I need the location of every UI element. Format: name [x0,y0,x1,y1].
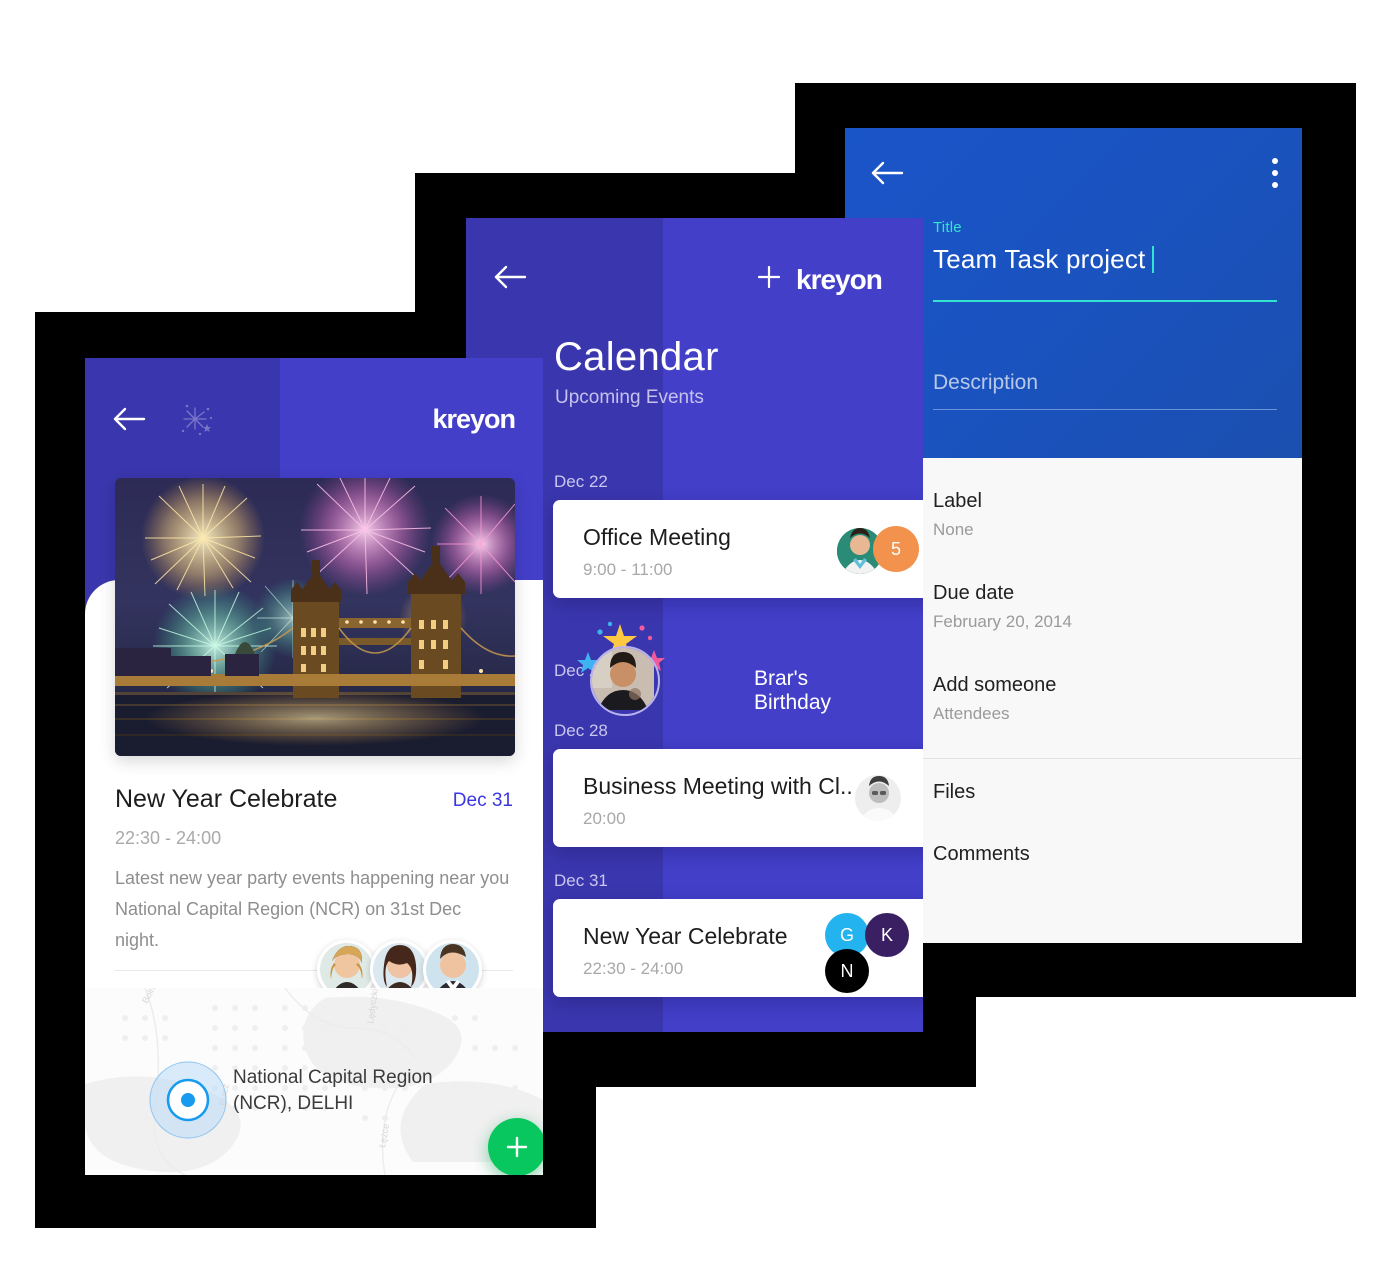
back-icon[interactable] [494,264,528,290]
field-key: Label [933,490,982,512]
section-comments[interactable]: Comments [933,843,1030,866]
page-subtitle: Upcoming Events [555,387,704,408]
field-value: Attendees [933,704,1010,723]
title-input-underline [933,300,1277,302]
event-hero-image [115,478,515,756]
initial-badge-n: N [825,949,869,993]
add-event-icon[interactable] [758,266,780,288]
event-card-office-meeting[interactable]: Office Meeting 9:00 - 11:00 5 [553,500,923,598]
field-key: Add someone [933,674,1057,696]
event-date[interactable]: Dec 31 [453,790,513,812]
event-card-new-year[interactable]: New Year Celebrate 22:30 - 24:00 G K N [553,899,923,997]
location-pin-icon [148,1060,228,1140]
task-field-due-date[interactable]: Due date February 20, 2014 [933,578,1072,636]
title-field-label: Title [933,219,962,236]
composition-stage: Title Team Task project Description Labe… [0,0,1392,1278]
birthday-title: Brar's Birthday [754,667,832,714]
text-cursor [1152,246,1155,273]
event-title: Office Meeting [583,524,731,550]
event-title: New Year Celebrate [115,785,338,813]
date-label-dec28: Dec 28 [554,721,608,740]
title-input-value: Team Task project [933,244,1146,274]
plus-icon [506,1136,528,1158]
event-card-business-meeting[interactable]: Business Meeting with Cl.. 20:00 [553,749,923,847]
location-label: National Capital Region (NCR), DELHI [233,1065,453,1117]
event-time: 22:30 - 24:00 [115,828,222,848]
date-label-dec31: Dec 31 [554,871,608,890]
location-line-2: (NCR), DELHI [233,1093,354,1114]
event-time: 20:00 [583,809,626,828]
avatar [590,646,660,716]
location-line-1: National Capital Region [233,1067,433,1088]
date-label-dec22: Dec 22 [554,472,608,491]
page-title: Calendar [554,335,719,379]
initial-badge-k: K [865,913,909,957]
event-time: 22:30 - 24:00 [583,959,684,978]
attendee-count-badge: 5 [873,526,919,572]
fireworks-icon [178,402,214,438]
brand-logo: kreyon [432,404,516,434]
add-fab-button[interactable] [488,1118,543,1175]
section-files[interactable]: Files [933,781,975,804]
field-value: None [933,520,974,539]
back-icon[interactable] [113,406,147,432]
event-time: 9:00 - 11:00 [583,560,673,579]
brand-logo: kreyon [796,264,883,295]
more-vertical-icon[interactable] [1272,158,1278,188]
task-field-add-someone[interactable]: Add someone Attendees [933,670,1056,728]
back-icon[interactable] [871,160,905,186]
field-key: Due date [933,582,1015,604]
field-value: February 20, 2014 [933,612,1072,631]
event-title: New Year Celebrate [583,923,788,949]
screen-event-detail: kreyon New Year Celebrate Dec 31 22:30 -… [85,358,543,1175]
birthday-row[interactable]: Brar's Birthday [554,618,854,728]
avatar [855,775,901,821]
event-title: Business Meeting with Cl.. [583,773,853,799]
title-input[interactable]: Team Task project [933,244,1155,275]
task-field-label[interactable]: Label None [933,486,982,544]
description-input[interactable]: Description [933,371,1038,395]
description-input-underline [933,409,1277,410]
